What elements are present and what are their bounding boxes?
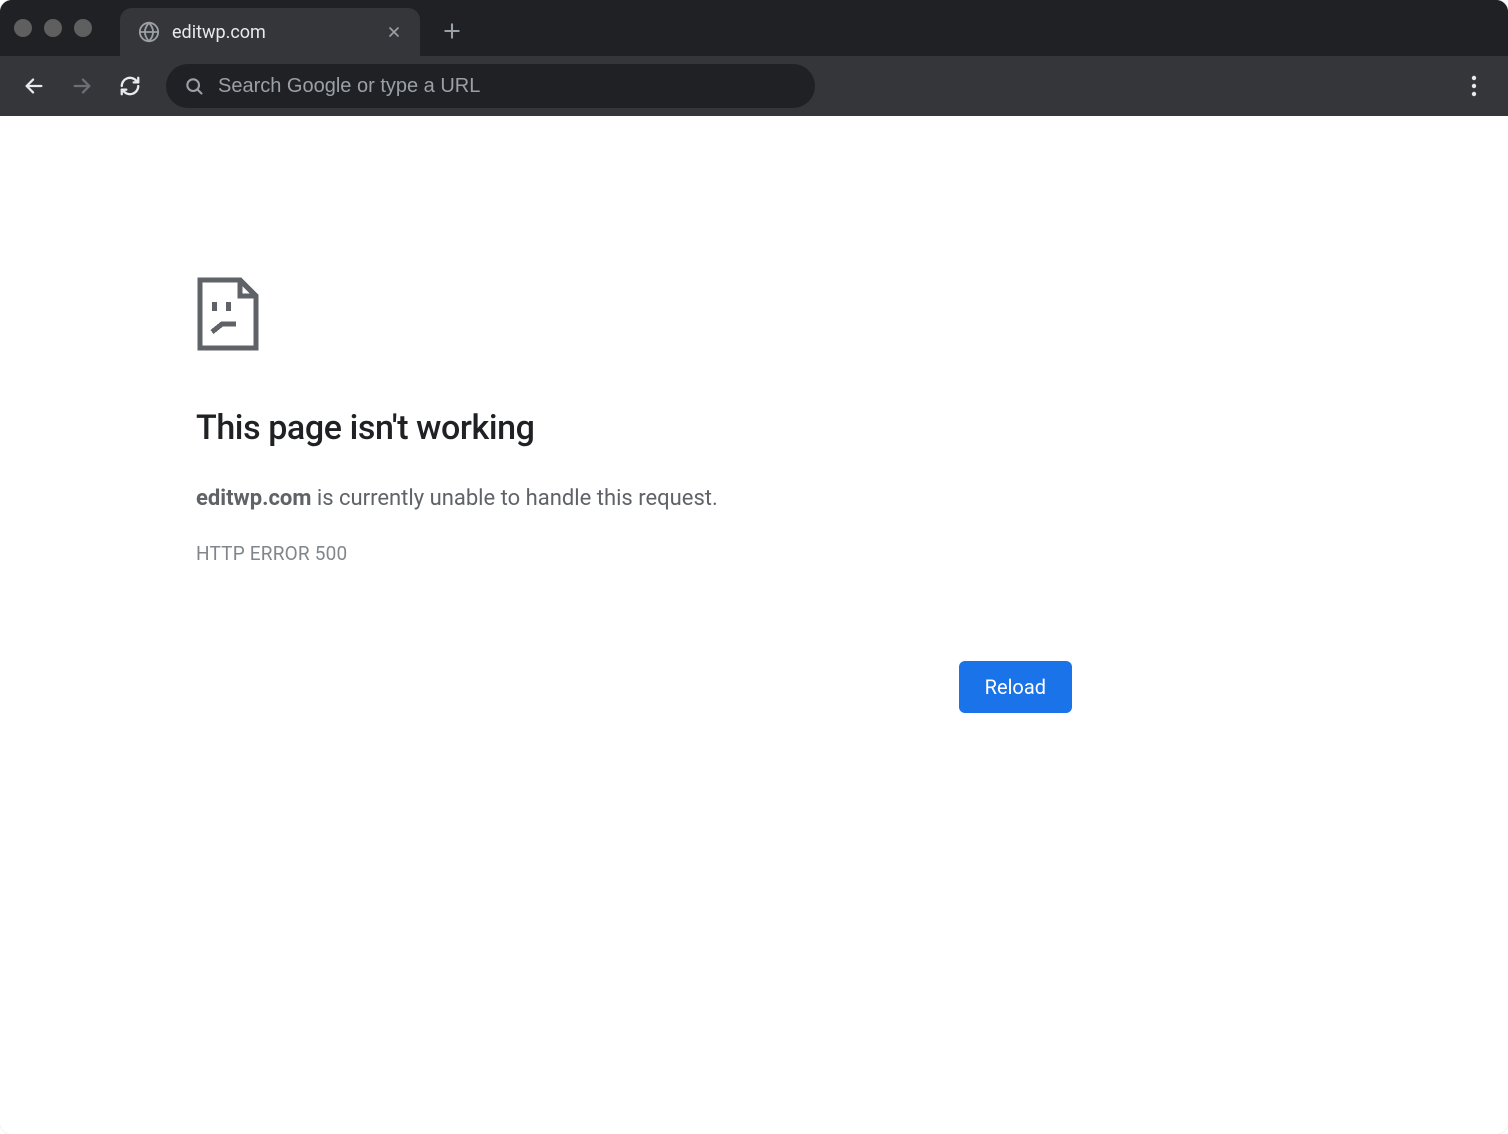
forward-button[interactable] [62,66,102,106]
page-content: This page isn't working editwp.com is cu… [0,116,1508,1134]
tab-close-button[interactable] [382,20,406,44]
reload-toolbar-button[interactable] [110,66,150,106]
browser-menu-button[interactable] [1454,66,1494,106]
error-container: This page isn't working editwp.com is cu… [196,276,1072,713]
tab-title: editwp.com [172,22,382,43]
search-icon [184,76,204,96]
address-bar[interactable] [166,64,815,108]
window-maximize-button[interactable] [74,19,92,37]
tab-strip: editwp.com [0,0,1508,56]
reload-row: Reload [196,661,1072,713]
error-message-suffix: is currently unable to handle this reque… [311,486,717,511]
address-input[interactable] [218,75,797,98]
browser-tab[interactable]: editwp.com [120,8,420,56]
new-tab-button[interactable] [432,11,472,51]
back-button[interactable] [14,66,54,106]
toolbar [0,56,1508,116]
sad-file-icon [196,276,260,352]
window-close-button[interactable] [14,19,32,37]
error-host: editwp.com [196,486,311,511]
error-message: editwp.com is currently unable to handle… [196,484,1072,514]
browser-chrome: editwp.com [0,0,1508,116]
reload-button[interactable]: Reload [959,661,1072,713]
globe-icon [138,21,160,43]
window-controls [14,19,92,37]
error-title: This page isn't working [196,408,1072,448]
error-code: HTTP ERROR 500 [196,542,1072,565]
window-minimize-button[interactable] [44,19,62,37]
browser-window: editwp.com [0,0,1508,1134]
